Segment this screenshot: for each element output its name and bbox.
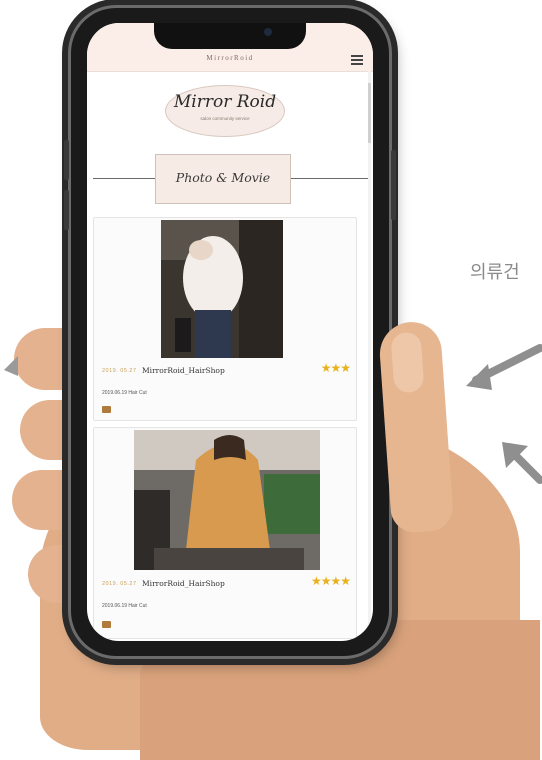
section-heading: Photo & Movie (155, 154, 291, 204)
post-date: 2019. 05.27 (102, 581, 137, 587)
arrow-icon (502, 442, 542, 484)
tag-icon[interactable] (102, 406, 111, 413)
divider-right (290, 178, 368, 179)
hamburger-menu-icon[interactable] (351, 55, 363, 65)
post-shop-name[interactable]: MirrorRoid_HairShop (142, 579, 225, 588)
thumb (377, 320, 455, 534)
power-button (391, 150, 396, 220)
post-photo[interactable] (134, 430, 320, 570)
logo[interactable]: Mirror Roid salon community service (165, 85, 285, 137)
section-title: Photo & Movie (175, 170, 271, 185)
logo-title: Mirror Roid (173, 92, 277, 112)
tag-icon[interactable] (102, 621, 111, 628)
divider-left (93, 178, 155, 179)
camera-icon (264, 28, 272, 36)
arrow-icon (466, 344, 542, 390)
post-service: 2019.06.19 Hair Cut (102, 603, 147, 609)
post-photo[interactable] (161, 220, 283, 358)
side-text: 의류건 (470, 262, 520, 282)
post-shop-name[interactable]: MirrorRoid_HairShop (142, 366, 225, 375)
arrow-icon (4, 356, 18, 376)
volume-button (64, 190, 69, 230)
phone-screen: MirrorRoid Mirror Roid salon community s… (87, 23, 373, 641)
star-rating: ★★★ (320, 361, 351, 375)
logo-subtitle: salon community service (200, 116, 250, 121)
volume-button (64, 140, 69, 180)
post-card[interactable]: 2019. 05.27 MirrorRoid_HairShop ★★★ 2019… (93, 217, 357, 421)
star-rating: ★★★★ (310, 574, 351, 588)
scrollbar-thumb[interactable] (368, 83, 371, 143)
scrollbar-track[interactable] (368, 71, 371, 641)
post-card[interactable]: 2019. 05.27 MirrorRoid_HairShop ★★★★ 201… (93, 427, 357, 639)
post-date: 2019. 05.27 (102, 368, 137, 374)
header-title: MirrorRoid (206, 54, 254, 62)
notch (154, 23, 306, 49)
post-service: 2019.06.19 Hair Cut (102, 390, 147, 396)
